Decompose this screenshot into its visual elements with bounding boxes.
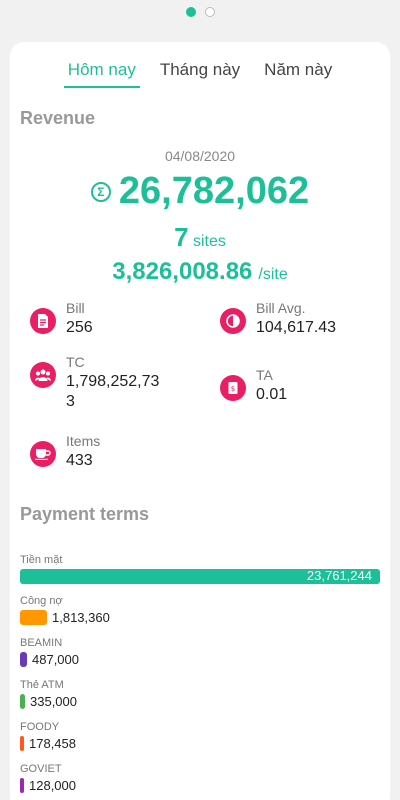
people-icon	[30, 362, 56, 388]
revenue-card: Hôm nay Tháng này Năm này Revenue 04/08/…	[10, 42, 390, 800]
stat-bill-avg: Bill Avg. 104,617.43	[220, 300, 336, 338]
total-value: 26,782,062	[118, 170, 310, 212]
stat-bill: Bill 256	[30, 300, 93, 338]
payment-row: Tiền mặt 23,761,244	[20, 554, 380, 585]
payment-terms-title: Payment terms	[20, 504, 150, 524]
payment-bar	[20, 694, 25, 709]
payment-row: FOODY 178,458	[20, 721, 380, 752]
cup-icon	[30, 441, 56, 467]
payment-row: Thẻ ATM 335,000	[20, 679, 380, 710]
sites-summary: 7 sites	[10, 222, 390, 253]
payment-value: 128,000	[29, 778, 76, 793]
payment-value: 178,458	[29, 736, 76, 751]
revenue-total: Σ 26,782,062	[10, 170, 390, 213]
stat-label: TA	[256, 367, 273, 383]
stat-value: 1,798,252,73 3	[66, 373, 160, 410]
stat-ta: $ TA 0.01	[220, 367, 287, 405]
revenue-date: 04/08/2020	[164, 148, 236, 164]
half-circle-icon	[220, 308, 246, 334]
stat-label: Bill Avg.	[256, 300, 306, 316]
sigma-icon: Σ	[90, 181, 111, 202]
payment-name: Công nợ	[20, 595, 63, 607]
stat-value: 104,617.43	[256, 319, 337, 336]
sites-unit: sites	[193, 233, 226, 250]
payment-name: Thẻ ATM	[20, 679, 64, 691]
payment-row: Công nợ 1,813,360	[20, 595, 380, 626]
payment-value: 487,000	[32, 652, 79, 667]
payment-value: 335,000	[30, 694, 77, 709]
stat-value: 433	[66, 452, 93, 469]
page-dot-inactive[interactable]	[204, 7, 215, 17]
period-tabs: Hôm nay Tháng này Năm này	[10, 58, 390, 88]
revenue-title: Revenue	[20, 108, 96, 128]
stat-value: 0.01	[256, 386, 288, 403]
stat-value: 256	[66, 319, 93, 336]
page-indicator	[0, 7, 400, 19]
payment-bar	[20, 610, 47, 625]
page-dot-active[interactable]	[185, 7, 196, 17]
payment-bar	[20, 778, 24, 793]
payment-name: Tiền mặt	[20, 554, 63, 566]
payment-value: 23,761,244	[306, 568, 372, 583]
per-site-unit: /site	[258, 266, 288, 283]
payment-name: GOVIET	[20, 763, 62, 775]
stat-label: Items	[66, 433, 101, 449]
stat-tc: TC 1,798,252,73 3	[30, 354, 176, 412]
stat-items: Items 433	[30, 433, 100, 471]
tab-today[interactable]: Hôm nay	[63, 58, 140, 88]
tab-this-year[interactable]: Năm này	[260, 58, 336, 88]
payment-bar	[20, 736, 24, 751]
takeaway-icon: $	[220, 375, 246, 401]
payment-row: BEAMIN 487,000	[20, 637, 380, 668]
per-site-summary: 3,826,008.86/site	[10, 258, 390, 286]
per-site-value: 3,826,008.86	[112, 258, 253, 285]
payment-name: BEAMIN	[20, 637, 63, 649]
svg-text:$: $	[231, 385, 235, 393]
stat-label: TC	[66, 354, 85, 370]
stat-label: Bill	[66, 300, 85, 316]
payment-value: 1,813,360	[52, 610, 110, 625]
tab-this-month[interactable]: Tháng này	[156, 58, 244, 88]
sites-count: 7	[174, 222, 189, 252]
payment-bar	[20, 652, 27, 667]
receipt-icon	[30, 308, 56, 334]
payment-name: FOODY	[20, 721, 60, 733]
payment-row: GOVIET 128,000	[20, 763, 380, 794]
